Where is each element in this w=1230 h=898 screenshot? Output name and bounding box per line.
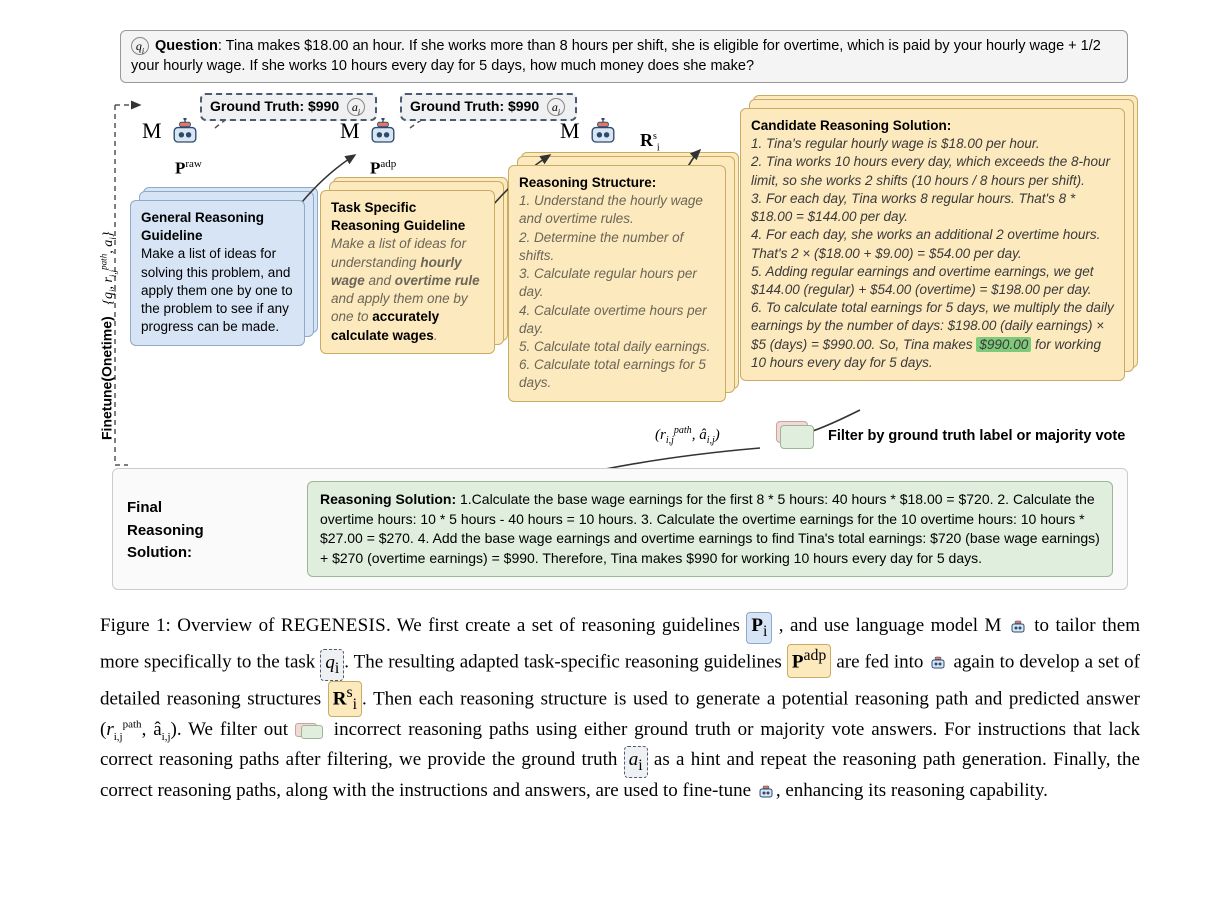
robot-icon — [585, 118, 621, 148]
question-icon: qi — [131, 37, 149, 55]
question-label: Question — [155, 38, 218, 54]
ground-truth-chip-2: Ground Truth: $990 ai — [400, 93, 577, 121]
rs-label: Rsi — [640, 130, 660, 154]
card-body: 1. Tina's regular hourly wage is $18.00 … — [751, 135, 1114, 372]
robot-icon — [756, 784, 776, 800]
final-title: Final Reasoning Solution: — [127, 497, 204, 565]
pipeline-diagram: qi Question: Tina makes $18.00 an hour. … — [100, 30, 1140, 600]
figure-caption: Figure 1: Overview of REGENESIS. We firs… — [100, 612, 1140, 805]
rs-chip: Rsi — [328, 681, 362, 718]
task-guideline-card: Task Specific Reasoning Guideline Make a… — [320, 190, 495, 354]
model-3: M — [560, 118, 621, 148]
question-box: qi Question: Tina makes $18.00 an hour. … — [120, 30, 1128, 83]
a-chip: ai — [624, 746, 648, 778]
p-adp-label: Padp — [370, 158, 396, 179]
final-solution-card: Reasoning Solution: 1.Calculate the base… — [307, 481, 1113, 577]
p-raw-label: Praw — [175, 158, 202, 179]
filter-stack-icon — [295, 723, 327, 739]
padp-chip: Padp — [787, 644, 831, 677]
p-chip: Pi — [746, 612, 772, 644]
finetune-sidebar-label: Finetune(Onetime) {qi, ri,jpath, ai} — [98, 232, 117, 440]
robot-icon — [1008, 619, 1028, 635]
robot-icon — [365, 118, 401, 148]
final-solution-box: Final Reasoning Solution: Reasoning Solu… — [112, 468, 1128, 590]
card-title: General Reasoning Guideline — [141, 209, 294, 245]
general-guideline-card: General Reasoning Guideline Make a list … — [130, 200, 305, 346]
model-1: M — [142, 118, 203, 148]
robot-icon — [167, 118, 203, 148]
tuple-label: (ri,jpath, âi,j) — [655, 425, 720, 446]
filter-label: Filter by ground truth label or majority… — [828, 428, 1125, 444]
card-title: Task Specific Reasoning Guideline — [331, 199, 484, 235]
q-chip: qi — [320, 649, 344, 681]
card-title: Candidate Reasoning Solution: — [751, 117, 1114, 135]
candidate-solution-card: Candidate Reasoning Solution: 1. Tina's … — [740, 108, 1125, 381]
reasoning-structure-card: Reasoning Structure: 1. Understand the h… — [508, 165, 726, 402]
filter-stack-icon — [780, 425, 814, 449]
question-text: : Tina makes $18.00 an hour. If she work… — [131, 38, 1101, 74]
model-2: M — [340, 118, 401, 148]
card-body: Make a list of ideas for solving this pr… — [141, 245, 294, 336]
card-body: Make a list of ideas for understanding h… — [331, 235, 484, 344]
answer-icon: ai — [547, 98, 565, 116]
card-title: Reasoning Structure: — [519, 174, 715, 192]
highlighted-answer: $990.00 — [976, 337, 1031, 352]
card-body: 1. Understand the hourly wage and overti… — [519, 192, 715, 392]
answer-icon: ai — [347, 98, 365, 116]
robot-icon — [928, 655, 948, 671]
